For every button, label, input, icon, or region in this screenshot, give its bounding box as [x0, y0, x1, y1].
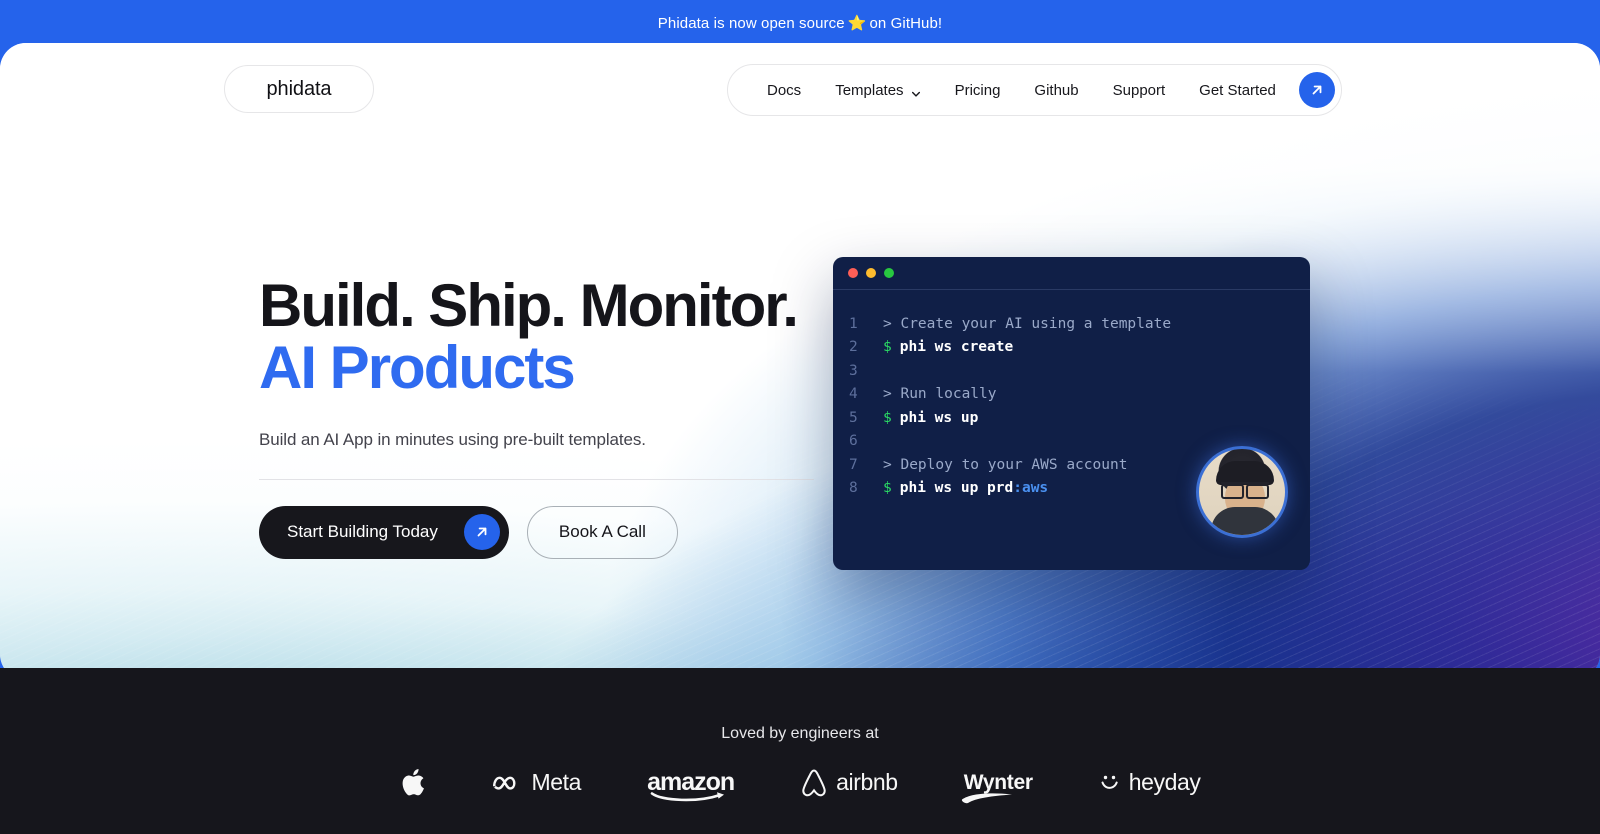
- terminal-window: 1 > Create your AI using a template 2 $ phi…: [833, 257, 1310, 570]
- heyday-logo: heyday: [1099, 769, 1201, 796]
- page-title: Build. Ship. Monitor. AI Products: [259, 275, 819, 399]
- hero-copy: Build. Ship. Monitor. AI Products Build …: [259, 275, 819, 559]
- nav-item-pricing[interactable]: Pricing: [938, 82, 1018, 99]
- apple-logo: [400, 767, 426, 798]
- primary-cta-label: Start Building Today: [287, 522, 438, 542]
- terminal-comment: > Run locally: [883, 386, 997, 403]
- social-proof-footer: Loved by engineers at Meta amazon airbnb…: [0, 668, 1600, 834]
- start-building-today-button[interactable]: Start Building Today: [259, 505, 509, 559]
- amazon-smile-icon: [650, 792, 725, 802]
- wynter-swoosh-icon: [961, 792, 1012, 803]
- airbnb-belo-icon: [802, 768, 826, 796]
- nav-menu: Docs Templates Pricing Github Support Ge…: [727, 64, 1342, 116]
- line-number: 4: [849, 386, 858, 403]
- terminal-command: phi ws up: [899, 409, 979, 426]
- nav-item-docs[interactable]: Docs: [750, 82, 818, 99]
- nav-item-templates[interactable]: Templates: [818, 82, 937, 99]
- terminal-line: 2 $ phi ws create: [849, 336, 1310, 360]
- nav-item-get-started[interactable]: Get Started: [1182, 82, 1293, 99]
- line-number: 3: [849, 362, 858, 379]
- meta-infinity-icon: [492, 776, 516, 790]
- hero-subtitle: Build an AI App in minutes using pre-bui…: [259, 429, 646, 449]
- nav-item-support[interactable]: Support: [1096, 82, 1183, 99]
- terminal-command: phi ws up prd: [899, 480, 1014, 497]
- prompt-symbol: $: [883, 339, 892, 356]
- avatar-glasses: [1221, 482, 1269, 499]
- terminal-command: phi ws create: [899, 339, 1014, 356]
- maximize-dot-icon[interactable]: [884, 268, 894, 278]
- hero-cta-group: Start Building Today Book A Call: [259, 505, 819, 559]
- logo-label: phidata: [266, 77, 332, 100]
- nav-label-support: Support: [1112, 81, 1166, 99]
- announcement-banner[interactable]: Phidata is now open source ⭐ on GitHub!: [0, 0, 1600, 46]
- terminal-comment: > Deploy to your AWS account: [883, 456, 1128, 473]
- line-number: 7: [849, 456, 858, 473]
- heyday-label: heyday: [1128, 769, 1201, 795]
- minimize-dot-icon[interactable]: [866, 268, 876, 278]
- wynter-logo: Wynter: [961, 771, 1033, 803]
- star-icon: ⭐: [847, 15, 867, 32]
- line-number: 5: [849, 409, 858, 426]
- meta-label: Meta: [531, 769, 582, 795]
- nav-label-templates: Templates: [835, 81, 904, 99]
- terminal-accent: :aws: [1013, 480, 1049, 497]
- prompt-symbol: $: [883, 480, 892, 497]
- logo-phidata[interactable]: phidata: [224, 65, 374, 113]
- nav-label-docs: Docs: [767, 81, 802, 99]
- footer-tagline: Loved by engineers at: [721, 725, 879, 742]
- secondary-cta-label: Book A Call: [558, 522, 646, 542]
- prompt-symbol: $: [883, 409, 892, 426]
- logo-strip: Meta amazon airbnb Wynter heyday: [0, 767, 1600, 803]
- chevron-down-icon: [911, 86, 921, 97]
- airbnb-label: airbnb: [836, 769, 898, 795]
- nav-label-pricing: Pricing: [954, 81, 1001, 99]
- terminal-line: 4 > Run locally: [849, 383, 1310, 407]
- airbnb-logo: airbnb: [800, 768, 898, 798]
- banner-text-before: Phidata is now open source: [657, 14, 845, 32]
- avatar-body: [1211, 507, 1279, 535]
- line-number: 8: [849, 480, 858, 497]
- arrow-up-right-icon: [463, 514, 500, 551]
- banner-text-after: on GitHub!: [869, 14, 943, 32]
- avatar: [1196, 446, 1288, 538]
- terminal-titlebar: [833, 257, 1310, 290]
- hero-section: phidata Docs Templates Pricing Github Su…: [0, 43, 1600, 680]
- meta-logo: Meta: [492, 769, 582, 796]
- terminal-comment: > Create your AI using a template: [883, 315, 1172, 332]
- page-root: Phidata is now open source ⭐ on GitHub! …: [0, 0, 1600, 834]
- line-number: 1: [849, 315, 858, 332]
- nav-label-get-started: Get Started: [1199, 81, 1276, 99]
- nav-label-github: Github: [1034, 81, 1079, 99]
- apple-icon: [402, 769, 424, 796]
- close-dot-icon[interactable]: [848, 268, 858, 278]
- arrow-up-right-icon[interactable]: [1298, 72, 1335, 108]
- top-navigation: phidata Docs Templates Pricing Github Su…: [0, 61, 1600, 119]
- book-a-call-button[interactable]: Book A Call: [526, 505, 678, 559]
- line-number: 6: [849, 433, 858, 450]
- amazon-logo: amazon: [647, 768, 735, 802]
- terminal-line: 3: [849, 359, 1310, 383]
- nav-item-github[interactable]: Github: [1017, 82, 1095, 99]
- divider: [259, 478, 814, 480]
- heading-line-1: Build. Ship. Monitor.: [259, 272, 799, 339]
- terminal-line: 1 > Create your AI using a template: [849, 312, 1310, 336]
- line-number: 2: [849, 339, 858, 356]
- heading-line-2: AI Products: [259, 333, 576, 401]
- terminal-line: 5 $ phi ws up: [849, 406, 1310, 430]
- heyday-smiley-icon: [1101, 775, 1118, 789]
